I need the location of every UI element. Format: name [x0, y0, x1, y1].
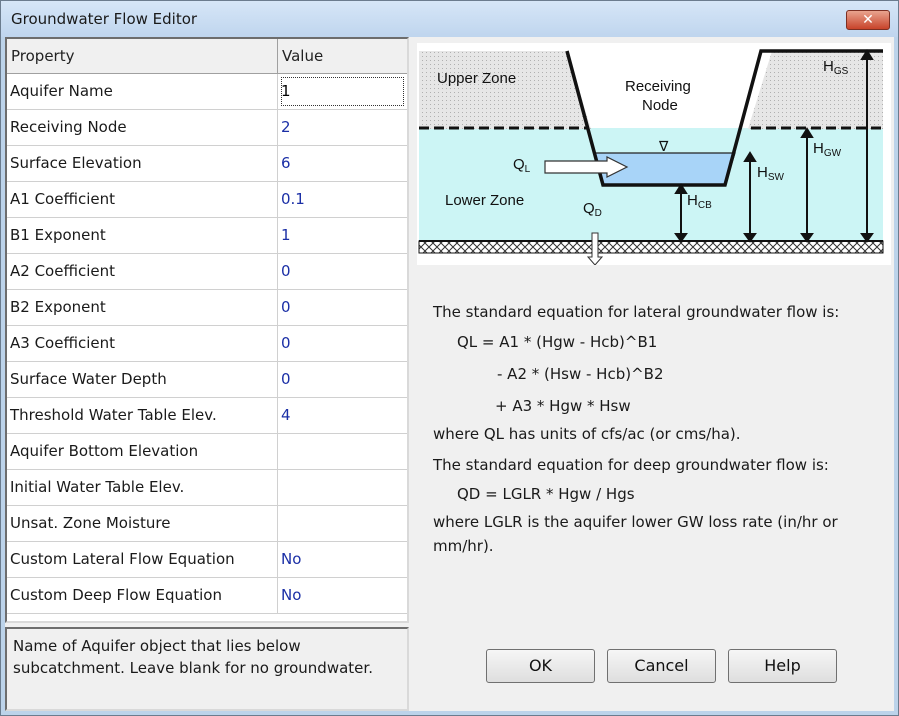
cancel-button[interactable]: Cancel: [607, 649, 716, 683]
deep-equation-units-1: where LGLR is the aquifer lower GW loss …: [433, 513, 838, 531]
property-name-cell: B2 Exponent: [7, 290, 278, 325]
property-value-cell[interactable]: No: [278, 542, 407, 577]
lateral-equation-line-1: QL = A1 * (Hgw - Hcb)^B1: [457, 333, 658, 351]
property-name-cell: Surface Elevation: [7, 146, 278, 181]
grid-row[interactable]: A3 Coefficient 0: [7, 326, 407, 362]
title-bar[interactable]: Groundwater Flow Editor ✕: [1, 1, 898, 37]
lateral-equation-intro: The standard equation for lateral ground…: [433, 303, 840, 321]
property-name-cell: Initial Water Table Elev.: [7, 470, 278, 505]
property-value-cell[interactable]: [278, 506, 407, 541]
close-button[interactable]: ✕: [846, 10, 890, 30]
property-name-cell: Custom Lateral Flow Equation: [7, 542, 278, 577]
dialog-body: Property Value Aquifer Name 1 Receiving No…: [5, 37, 894, 711]
value-column-header[interactable]: Value: [278, 39, 407, 73]
groundwater-flow-editor-window: Groundwater Flow Editor ✕ Property Value…: [0, 0, 899, 716]
property-name-cell: Unsat. Zone Moisture: [7, 506, 278, 541]
grid-row[interactable]: A1 Coefficient 0.1: [7, 182, 407, 218]
grid-row[interactable]: Surface Elevation 6: [7, 146, 407, 182]
help-button[interactable]: Help: [728, 649, 837, 683]
property-name-cell: Surface Water Depth: [7, 362, 278, 397]
upper-zone-label: Upper Zone: [437, 70, 516, 87]
property-name-cell: A1 Coefficient: [7, 182, 278, 217]
property-name-cell: A3 Coefficient: [7, 326, 278, 361]
property-name-cell: Custom Deep Flow Equation: [7, 578, 278, 613]
property-value-cell[interactable]: [278, 470, 407, 505]
deep-equation-intro: The standard equation for deep groundwat…: [433, 456, 829, 474]
grid-row[interactable]: Custom Lateral Flow Equation No: [7, 542, 407, 578]
property-value-cell[interactable]: 1: [278, 218, 407, 253]
property-value-cell[interactable]: 4: [278, 398, 407, 433]
grid-row[interactable]: A2 Coefficient 0: [7, 254, 407, 290]
property-value-cell[interactable]: 0: [278, 254, 407, 289]
property-name-cell: B1 Exponent: [7, 218, 278, 253]
property-name-cell: Aquifer Name: [7, 74, 278, 109]
grid-row[interactable]: Receiving Node 2: [7, 110, 407, 146]
grid-row[interactable]: Unsat. Zone Moisture: [7, 506, 407, 542]
property-grid: Property Value Aquifer Name 1 Receiving No…: [5, 37, 409, 623]
lateral-equation-line-2: - A2 * (Hsw - Hcb)^B2: [497, 365, 664, 383]
deep-equation-units-2: mm/hr).: [433, 537, 494, 555]
grid-row[interactable]: Custom Deep Flow Equation No: [7, 578, 407, 614]
close-icon: ✕: [862, 12, 874, 28]
receiving-node-label-2: Node: [642, 97, 678, 114]
property-value-cell[interactable]: 0: [278, 362, 407, 397]
receiving-node-label-1: Receiving: [625, 78, 691, 95]
lower-zone-label: Lower Zone: [445, 192, 524, 209]
impervious-bottom: [418, 240, 884, 254]
property-value-cell[interactable]: 6: [278, 146, 407, 181]
property-value-cell[interactable]: 2: [278, 110, 407, 145]
upper-zone-left: [419, 51, 591, 129]
lateral-equation-line-3: + A3 * Hgw * Hsw: [495, 397, 631, 415]
property-name-cell: Threshold Water Table Elev.: [7, 398, 278, 433]
ok-button[interactable]: OK: [486, 649, 595, 683]
hint-line-1: Name of Aquifer object that lies below: [13, 637, 301, 655]
hint-line-2: subcatchment. Leave blank for no groundw…: [13, 659, 373, 677]
grid-row[interactable]: Initial Water Table Elev.: [7, 470, 407, 506]
grid-row[interactable]: Aquifer Bottom Elevation: [7, 434, 407, 470]
property-column-header[interactable]: Property: [7, 39, 278, 73]
water-surface-symbol: ∇: [658, 139, 669, 155]
property-value-cell[interactable]: 0.1: [278, 182, 407, 217]
property-name-cell: Aquifer Bottom Elevation: [7, 434, 278, 469]
property-name-cell: A2 Coefficient: [7, 254, 278, 289]
grid-row[interactable]: Aquifer Name 1: [7, 74, 407, 110]
lateral-equation-units: where QL has units of cfs/ac (or cms/ha)…: [433, 425, 741, 443]
grid-row[interactable]: Surface Water Depth 0: [7, 362, 407, 398]
property-value-cell[interactable]: [278, 434, 407, 469]
property-value-cell[interactable]: 1: [278, 74, 407, 109]
property-name-cell: Receiving Node: [7, 110, 278, 145]
property-value-cell[interactable]: 0: [278, 326, 407, 361]
grid-row[interactable]: B2 Exponent 0: [7, 290, 407, 326]
grid-row[interactable]: B1 Exponent 1: [7, 218, 407, 254]
property-value-cell[interactable]: 0: [278, 290, 407, 325]
deep-equation-line-1: QD = LGLR * Hgw / Hgs: [457, 485, 635, 503]
grid-row[interactable]: Threshold Water Table Elev. 4: [7, 398, 407, 434]
property-value-cell[interactable]: No: [278, 578, 407, 613]
property-hint-panel: Name of Aquifer object that lies below s…: [5, 627, 409, 711]
window-title: Groundwater Flow Editor: [11, 10, 198, 28]
grid-header: Property Value: [7, 39, 407, 74]
groundwater-diagram: ∇ Upper Zone Lower Zone Receiving Node Q…: [417, 43, 891, 265]
